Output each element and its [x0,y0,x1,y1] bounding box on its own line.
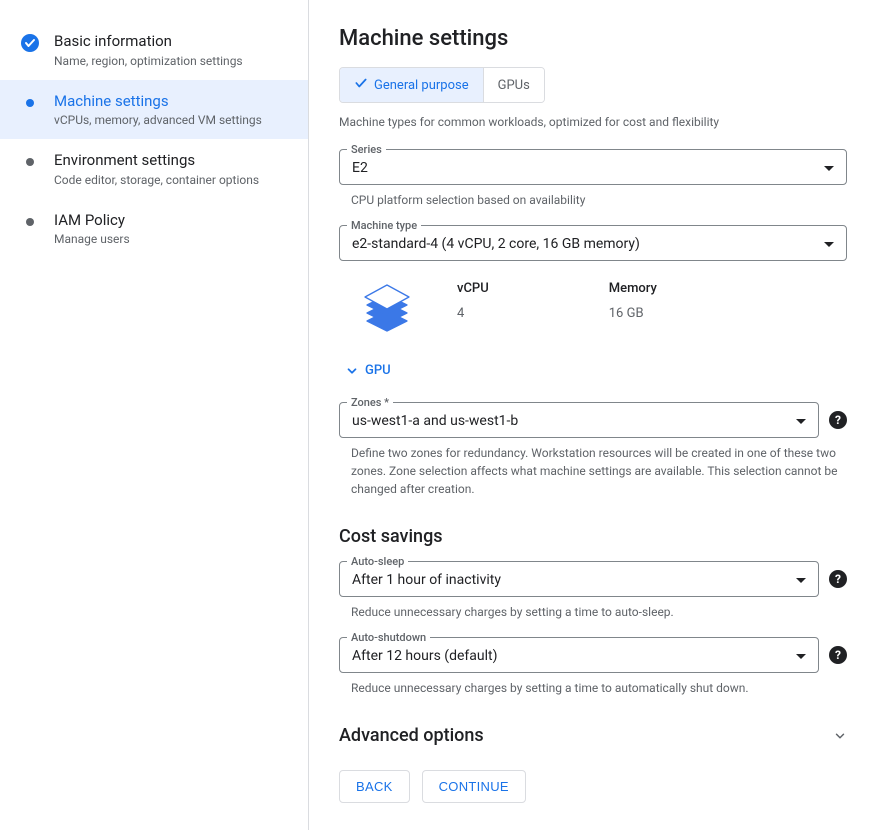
chevron-down-icon [345,364,359,378]
sidebar-item-title: Machine settings [54,92,262,112]
sidebar-item-subtitle: vCPUs, memory, advanced VM settings [54,113,262,127]
main-content: Machine settings General purpose GPUs Ma… [309,0,895,830]
tab-description: Machine types for common workloads, opti… [339,115,847,129]
auto-sleep-select[interactable]: After 1 hour of inactivity [339,561,819,597]
auto-shutdown-label: Auto-shutdown [347,631,430,644]
back-button[interactable]: BACK [339,770,410,803]
auto-sleep-field: Auto-sleep After 1 hour of inactivity [339,561,819,597]
stepper-sidebar: Basic information Name, region, optimiza… [0,0,309,830]
machine-type-field: Machine type e2-standard-4 (4 vCPU, 2 co… [339,225,847,261]
memory-value: 16 GB [609,306,657,321]
auto-shutdown-value: After 12 hours (default) [352,648,497,664]
chevron-down-icon [833,729,847,743]
series-field: Series E2 [339,149,847,185]
auto-shutdown-row: Auto-shutdown After 12 hours (default) ? [339,637,847,673]
sidebar-item-environment-settings[interactable]: Environment settings Code editor, storag… [0,139,308,199]
sidebar-item-basic-information[interactable]: Basic information Name, region, optimiza… [0,20,308,80]
cost-savings-title: Cost savings [339,526,847,547]
machine-specs: vCPU 4 Memory 16 GB [339,267,847,353]
auto-sleep-help: Reduce unnecessary charges by setting a … [351,603,847,621]
series-help: CPU platform selection based on availabi… [351,191,847,209]
sidebar-item-subtitle: Name, region, optimization settings [54,54,243,68]
tab-label: General purpose [374,78,469,93]
page-title: Machine settings [339,26,847,51]
dot-icon [20,152,40,172]
gpu-expand-toggle[interactable]: GPU [345,363,847,378]
zones-field: Zones * us-west1-a and us-west1-b [339,402,819,438]
check-circle-icon [20,33,40,53]
chevron-down-icon [796,419,806,424]
zones-row: Zones * us-west1-a and us-west1-b ? [339,402,847,438]
zones-select[interactable]: us-west1-a and us-west1-b [339,402,819,438]
dot-active-icon [20,93,40,113]
advanced-options-toggle[interactable]: Advanced options [339,725,847,746]
machine-type-value: e2-standard-4 (4 vCPU, 2 core, 16 GB mem… [352,236,640,252]
zones-label: Zones * [347,396,393,409]
dot-icon [20,212,40,232]
help-icon[interactable]: ? [829,411,847,429]
button-row: BACK CONTINUE [339,770,847,803]
gpu-toggle-label: GPU [365,363,391,378]
chevron-down-icon [796,654,806,659]
zones-value: us-west1-a and us-west1-b [352,413,518,429]
chevron-down-icon [824,242,834,247]
tab-label: GPUs [498,78,530,93]
auto-shutdown-field: Auto-shutdown After 12 hours (default) [339,637,819,673]
sidebar-item-title: Environment settings [54,151,259,171]
chevron-down-icon [796,578,806,583]
advanced-options-title: Advanced options [339,725,484,746]
series-label: Series [347,143,386,156]
sidebar-item-iam-policy[interactable]: IAM Policy Manage users [0,199,308,259]
machine-purpose-tabs: General purpose GPUs [339,67,545,103]
memory-label: Memory [609,281,657,296]
zones-help: Define two zones for redundancy. Worksta… [351,444,847,498]
machine-type-label: Machine type [347,219,421,232]
auto-shutdown-help: Reduce unnecessary charges by setting a … [351,679,847,697]
auto-sleep-label: Auto-sleep [347,555,408,568]
tab-general-purpose[interactable]: General purpose [340,68,483,102]
vcpu-value: 4 [457,306,489,321]
help-icon[interactable]: ? [829,646,847,664]
cpu-stack-icon [357,277,417,341]
auto-sleep-value: After 1 hour of inactivity [352,572,501,588]
sidebar-item-subtitle: Code editor, storage, container options [54,173,259,187]
vcpu-label: vCPU [457,281,489,296]
auto-sleep-row: Auto-sleep After 1 hour of inactivity ? [339,561,847,597]
sidebar-item-subtitle: Manage users [54,232,130,246]
series-select[interactable]: E2 [339,149,847,185]
series-value: E2 [352,160,368,176]
tab-gpus[interactable]: GPUs [483,68,544,102]
sidebar-item-machine-settings[interactable]: Machine settings vCPUs, memory, advanced… [0,80,308,140]
continue-button[interactable]: CONTINUE [422,770,526,803]
sidebar-item-title: IAM Policy [54,211,130,231]
help-icon[interactable]: ? [829,570,847,588]
chevron-down-icon [824,166,834,171]
sidebar-item-title: Basic information [54,32,243,52]
check-icon [354,76,368,94]
